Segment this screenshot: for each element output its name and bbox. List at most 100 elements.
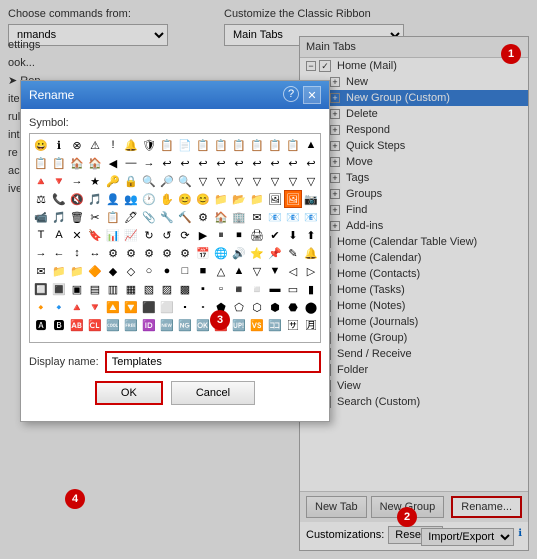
symbol-cell[interactable]: ⬢ [266,298,284,316]
symbol-cell[interactable]: ↩ [302,154,320,172]
symbol-cell[interactable]: ▲ [302,136,320,154]
symbol-cell[interactable]: ○ [140,262,158,280]
symbol-cell[interactable]: 🆒 [104,316,122,334]
symbol-cell[interactable]: 🈷 [302,316,320,334]
symbol-cell[interactable]: ⬤ [302,298,320,316]
symbol-cell[interactable]: 📎 [140,208,158,226]
symbol-cell[interactable]: 🔲 [32,280,50,298]
symbol-cell[interactable]: ⚙ [158,244,176,262]
symbol-cell[interactable]: ▩ [176,280,194,298]
symbol-cell[interactable]: ⚖ [32,190,50,208]
symbol-cell[interactable]: 🖨 [248,226,266,244]
symbol-cell[interactable]: ▣ [68,280,86,298]
symbol-cell[interactable]: → [32,244,50,262]
symbol-cell[interactable]: ⚠ [86,136,104,154]
symbol-cell[interactable]: □ [176,262,194,280]
symbol-cell[interactable]: 🔹 [50,298,68,316]
symbol-cell[interactable]: 😀 [32,136,50,154]
symbol-cell[interactable]: 🆙 [230,316,248,334]
symbol-cell[interactable]: ◁ [284,262,302,280]
symbol-cell[interactable]: ⚙ [194,208,212,226]
symbol-cell[interactable]: ◽ [248,280,266,298]
symbol-cell[interactable]: 🕐 [140,190,158,208]
symbol-cell[interactable]: ⚙ [140,244,158,262]
symbol-cell[interactable]: 📅 [194,244,212,262]
symbol-cell[interactable]: ▥ [104,280,122,298]
symbol-cell[interactable]: ▽ [194,172,212,190]
symbol-cell[interactable]: ← [50,244,68,262]
symbol-cell[interactable]: 🔻 [86,298,104,316]
symbol-cell[interactable]: 🏢 [230,208,248,226]
symbol-cell[interactable]: 📋 [230,136,248,154]
symbol-cell[interactable]: ▼ [266,262,284,280]
symbol-cell[interactable]: 🏠 [212,208,230,226]
symbol-cell[interactable]: ✔ [266,226,284,244]
symbol-cell[interactable]: 📧 [266,208,284,226]
symbol-cell[interactable]: ⏹ [230,226,248,244]
symbol-cell[interactable]: ✉ [32,262,50,280]
symbol-cell[interactable]: 🆕 [158,316,176,334]
symbol-cell[interactable]: ✉ [248,208,266,226]
symbol-cell[interactable]: 📋 [248,136,266,154]
symbol-cell[interactable]: ◀ [104,154,122,172]
symbol-cell[interactable]: ⬝ [176,298,194,316]
symbol-cell[interactable]: ⚙ [122,244,140,262]
symbol-cell[interactable]: ▬ [266,280,284,298]
symbol-cell[interactable]: ⬞ [194,298,212,316]
symbol-cell[interactable]: ▽ [212,172,230,190]
symbol-cell[interactable]: ↩ [284,154,302,172]
symbol-cell[interactable]: 🆑 [86,316,104,334]
symbol-cell[interactable]: ▷ [302,262,320,280]
symbol-cell[interactable]: 🔍 [140,172,158,190]
symbol-cell[interactable]: △ [212,262,230,280]
symbol-cell[interactable]: ↕ [68,244,86,262]
symbol-cell[interactable]: ⬇ [284,226,302,244]
symbol-cell[interactable]: 📁 [68,262,86,280]
symbol-cell[interactable]: 🔔 [302,244,320,262]
symbol-cell[interactable]: ▶ [194,226,212,244]
symbol-cell[interactable]: ↻ [140,226,158,244]
symbol-cell[interactable]: T [32,226,50,244]
dialog-help-button[interactable]: ? [283,86,299,102]
symbol-cell[interactable]: 📈 [122,226,140,244]
symbol-cell[interactable]: ✂ [86,208,104,226]
symbol-cell[interactable]: ✋ [158,190,176,208]
symbol-cell[interactable]: ⭐ [248,244,266,262]
symbol-cell[interactable]: 🔎 [158,172,176,190]
symbol-cell[interactable]: 🅰 [32,316,50,334]
symbol-cell[interactable]: ⟳ [176,226,194,244]
symbol-cell[interactable]: 📧 [302,208,320,226]
symbol-cell[interactable]: 🔸 [32,298,50,316]
symbol-grid[interactable]: 😀ℹ⊗⚠!🔔🛡📋📄📋📋📋📋📋📋▲📋📋🏠🏠◀—→↩↩↩↩↩↩↩↩↩🔺🔻→★🔑🔒🔍🔎… [29,133,321,343]
symbol-cell[interactable]: ⬜ [158,298,176,316]
symbol-cell[interactable]: 🔖 [86,226,104,244]
symbol-cell[interactable]: 🖊 [122,208,140,226]
symbol-cell[interactable]: ↺ [158,226,176,244]
symbol-cell[interactable]: 📧 [284,208,302,226]
symbol-cell[interactable]: 🔽 [122,298,140,316]
symbol-cell[interactable]: ⬡ [248,298,266,316]
symbol-cell[interactable]: 📌 [266,244,284,262]
symbol-cell[interactable]: ⬆ [302,226,320,244]
symbol-cell[interactable]: ✎ [284,244,302,262]
symbol-cell[interactable]: 📄 [176,136,194,154]
symbol-cell[interactable]: 🏠 [68,154,86,172]
symbol-cell[interactable]: 🈁 [266,316,284,334]
symbol-cell[interactable]: 👤 [104,190,122,208]
symbol-cell[interactable]: 🔶 [86,262,104,280]
symbol-cell[interactable]: ↩ [266,154,284,172]
symbol-cell[interactable]: ★ [86,172,104,190]
symbol-cell[interactable]: 📋 [194,136,212,154]
symbol-cell[interactable]: ↩ [176,154,194,172]
symbol-cell[interactable]: 🔼 [104,298,122,316]
symbol-cell[interactable]: ⬠ [230,298,248,316]
symbol-cell[interactable]: — [122,154,140,172]
symbol-cell[interactable]: 🔔 [122,136,140,154]
symbol-cell[interactable]: 🖼 [284,190,302,208]
symbol-cell[interactable]: ▨ [158,280,176,298]
symbol-cell[interactable]: 🆔 [140,316,158,334]
symbol-cell[interactable]: 🏠 [86,154,104,172]
symbol-cell[interactable]: ▪ [194,280,212,298]
symbol-cell[interactable]: ⬣ [284,298,302,316]
symbol-cell[interactable]: ▽ [302,172,320,190]
